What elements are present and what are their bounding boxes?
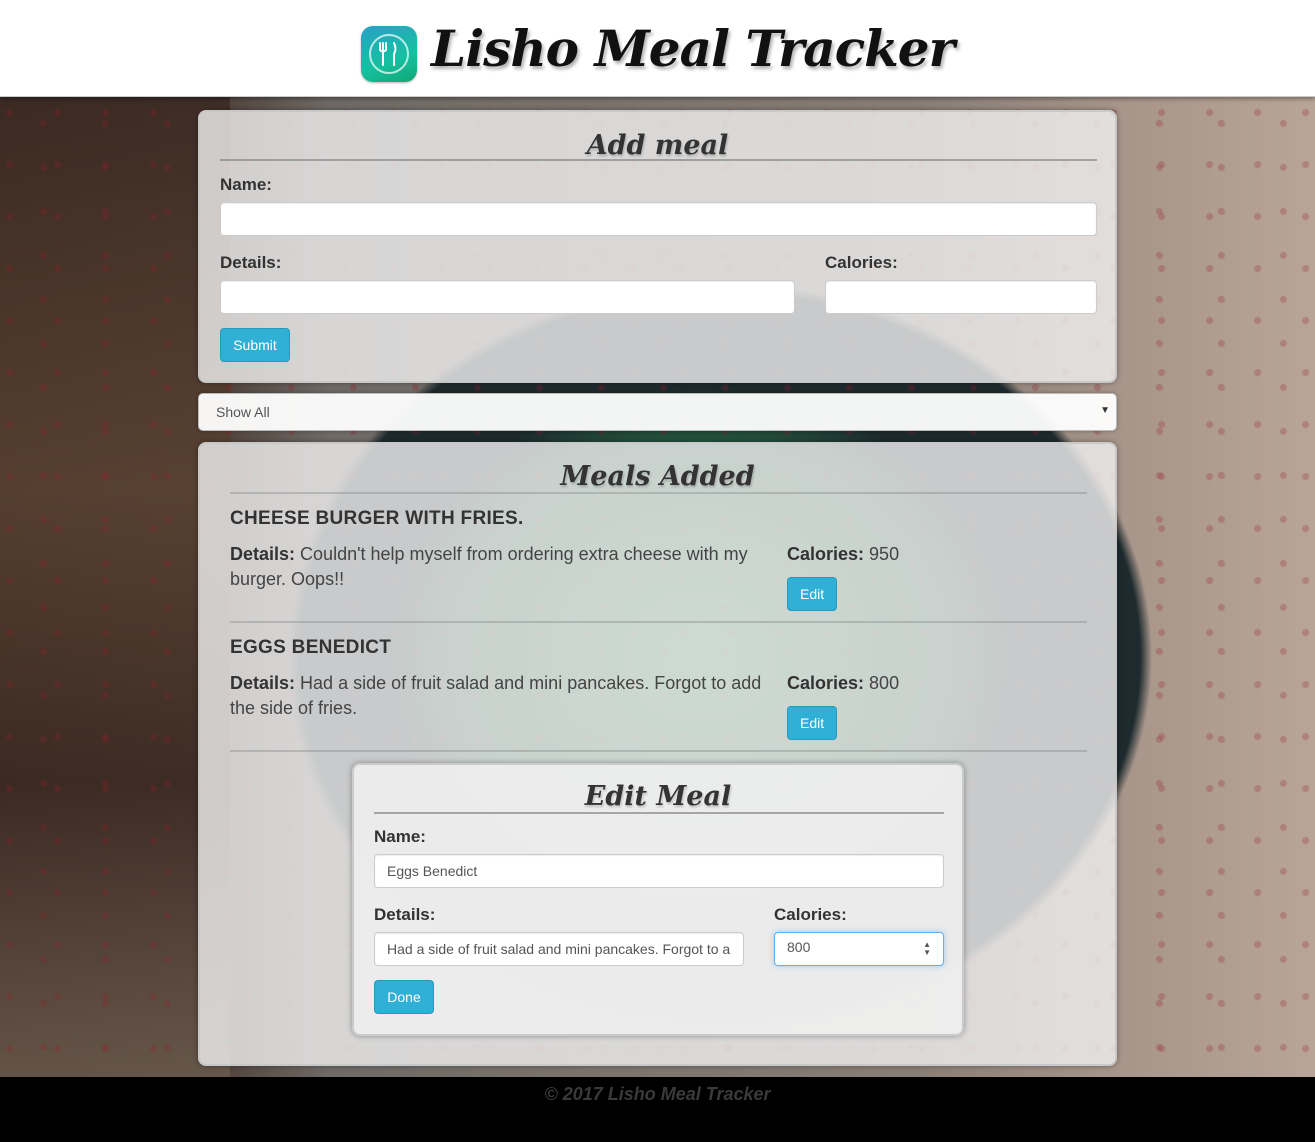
name-label: Name: — [220, 175, 272, 194]
edit-details-input[interactable] — [374, 932, 744, 966]
chevron-down-icon: ▼ — [1100, 405, 1110, 416]
edit-meal-heading: Edit Meal — [584, 781, 732, 812]
edit-name-label: Name: — [374, 827, 426, 846]
meal-filter-select[interactable]: Show All ▼ — [198, 393, 1117, 431]
fork-knife-icon — [369, 34, 410, 74]
meal-details-text: Couldn't help myself from ordering extra… — [230, 544, 748, 589]
footer-copyright: © 2017 Lisho Meal Tracker — [544, 1084, 771, 1104]
edit-button[interactable]: Edit — [787, 706, 837, 740]
calories-prefix: Calories: — [787, 544, 865, 564]
done-button[interactable]: Done — [374, 980, 434, 1014]
meal-calories: Calories: 950 — [787, 542, 899, 567]
details-label: Details: — [220, 253, 282, 272]
edit-calories-value: 800 — [787, 939, 811, 955]
meal-name: CHEESE BURGER WITH FRIES. — [230, 508, 524, 529]
meal-name: EGGS BENEDICT — [230, 637, 392, 658]
details-input[interactable] — [220, 280, 795, 314]
edit-calories-input[interactable]: 800 ▲ ▼ — [774, 932, 944, 966]
calories-prefix: Calories: — [787, 673, 865, 693]
meal-details-text: Had a side of fruit salad and mini panca… — [230, 673, 762, 718]
details-prefix: Details: — [230, 673, 296, 693]
meal-details: Details: Couldn't help myself from order… — [230, 542, 770, 592]
meals-added-heading: Meals Added — [560, 461, 755, 492]
name-input[interactable] — [220, 202, 1097, 236]
meal-calories: Calories: 800 — [787, 671, 899, 696]
edit-meal-panel: Edit Meal Name: Details: Calories: 800 ▲… — [352, 763, 964, 1036]
number-stepper-icon[interactable]: ▲ ▼ — [923, 941, 931, 957]
edit-button[interactable]: Edit — [787, 577, 837, 611]
app-title: Lisho Meal Tracker — [431, 18, 955, 78]
meal-calories-value: 950 — [869, 544, 900, 564]
calories-label: Calories: — [825, 253, 898, 272]
app-header: Lisho Meal Tracker — [0, 0, 1315, 97]
edit-name-input[interactable] — [374, 854, 944, 888]
heading-divider — [374, 812, 944, 814]
list-divider — [230, 750, 1087, 752]
meal-details: Details: Had a side of fruit salad and m… — [230, 671, 770, 721]
add-meal-heading: Add meal — [586, 130, 729, 161]
submit-button[interactable]: Submit — [220, 328, 290, 362]
add-meal-panel: Add meal Name: Details: Calories: Submit — [198, 110, 1117, 383]
details-prefix: Details: — [230, 544, 296, 564]
heading-divider — [230, 492, 1087, 494]
app-logo — [361, 26, 418, 82]
edit-details-label: Details: — [374, 905, 436, 924]
meals-added-panel: Meals Added CHEESE BURGER WITH FRIES. De… — [198, 442, 1117, 1066]
heading-divider — [220, 159, 1097, 161]
edit-calories-label: Calories: — [774, 905, 847, 924]
page-footer: © 2017 Lisho Meal Tracker — [0, 1077, 1315, 1142]
filter-selected-value: Show All — [216, 404, 270, 420]
calories-input[interactable] — [825, 280, 1097, 314]
meal-calories-value: 800 — [869, 673, 900, 693]
list-divider — [230, 621, 1087, 623]
